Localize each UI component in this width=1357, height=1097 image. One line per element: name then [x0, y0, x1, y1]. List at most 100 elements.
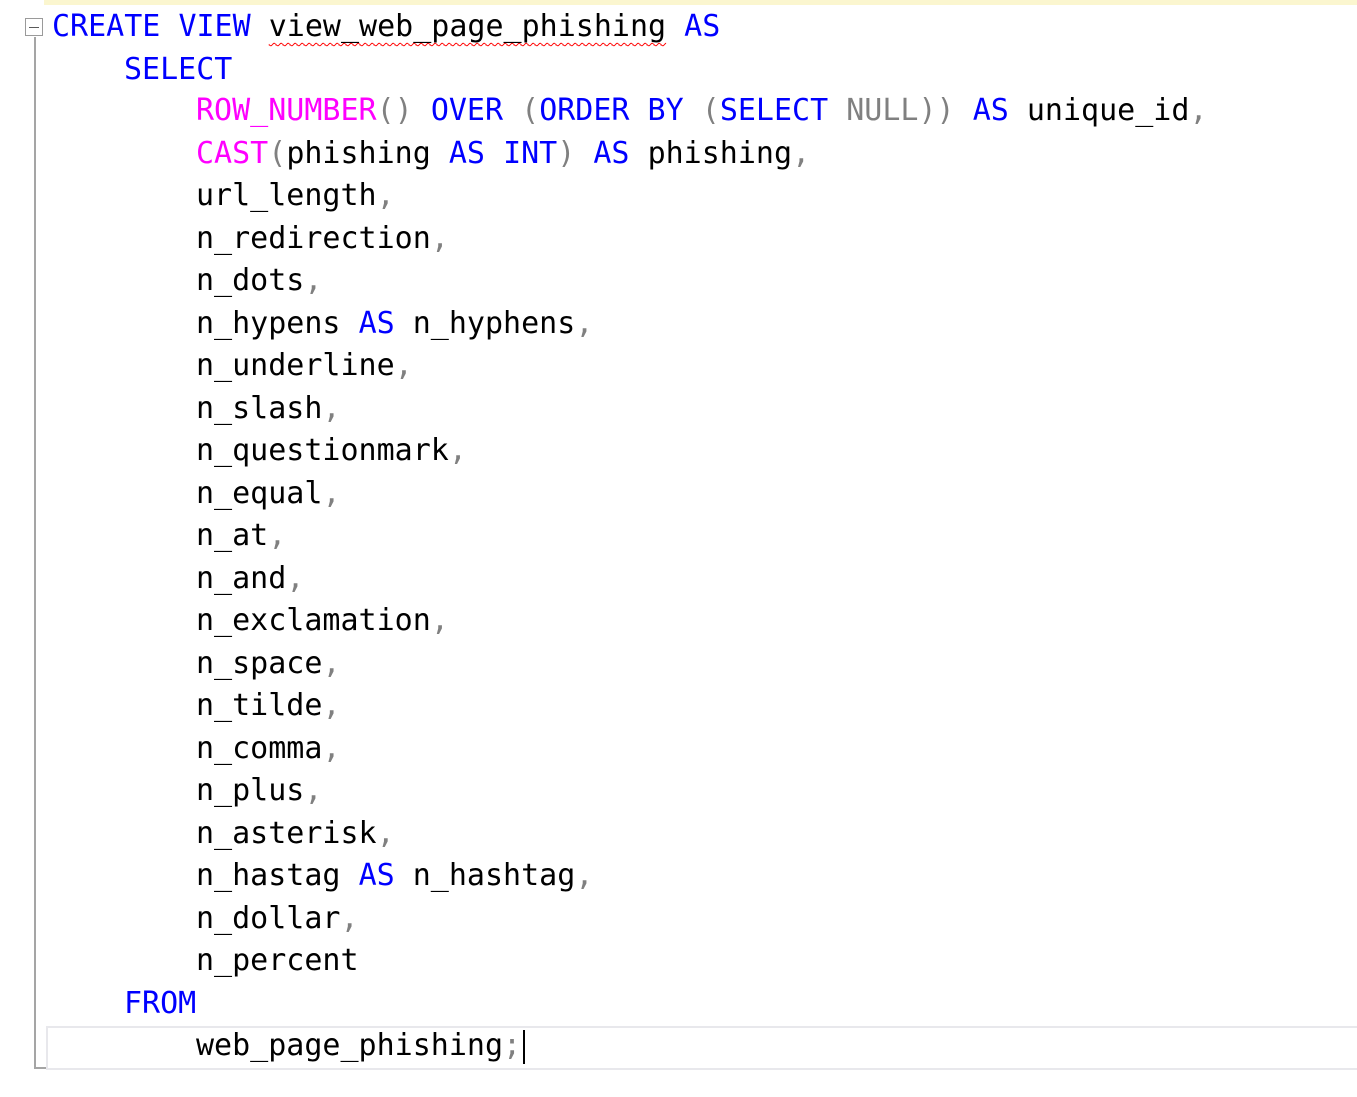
code-line-select[interactable]: SELECT — [124, 50, 232, 90]
keyword: AS — [972, 93, 1009, 128]
collapse-icon[interactable] — [25, 18, 43, 36]
code-line-column[interactable]: n_at, — [196, 516, 286, 556]
keyword: VIEW — [178, 9, 251, 44]
code-line-column[interactable]: n_tilde, — [196, 686, 341, 726]
punctuation: () — [376, 93, 413, 128]
keyword: SELECT — [719, 93, 829, 128]
text-caret — [523, 1029, 526, 1064]
column-name: n_redirection — [196, 221, 431, 256]
code-line-column[interactable]: url_length, — [196, 176, 395, 216]
view-name-identifier: view_web_page_phishing — [268, 9, 667, 44]
comma: , — [430, 603, 449, 638]
comma: , — [322, 646, 341, 681]
code-line-column[interactable]: n_questionmark, — [196, 431, 467, 471]
punctuation: )) — [918, 93, 955, 128]
column-name: n_percent — [196, 943, 359, 978]
punctuation: ( — [701, 93, 720, 128]
column-name: n_underline — [196, 348, 395, 383]
code-line-column[interactable]: n_and, — [196, 559, 304, 599]
code-line-column[interactable]: n_plus, — [196, 771, 322, 811]
keyword: CREATE — [52, 9, 161, 44]
column-name: n_tilde — [196, 688, 323, 723]
comma: , — [394, 348, 413, 383]
column-name: n_asterisk — [196, 816, 377, 851]
code-line-create-view[interactable]: CREATE VIEW view_web_page_phishing AS — [52, 7, 720, 47]
comma: , — [304, 263, 323, 298]
editor-top-strip — [44, 0, 1357, 5]
column-alias: n_hyphens — [412, 306, 576, 341]
keyword: AS — [684, 9, 721, 44]
outline-fold-end — [34, 1067, 46, 1069]
code-line-column[interactable]: n_dots, — [196, 261, 322, 301]
function-name: ROW_NUMBER — [196, 93, 377, 128]
semicolon: ; — [503, 1028, 522, 1063]
code-line-cast[interactable]: CAST(phishing AS INT) AS phishing, — [196, 134, 810, 174]
comma: , — [575, 306, 594, 341]
keyword: SELECT — [124, 52, 233, 87]
column-name: n_equal — [196, 476, 323, 511]
comma: , — [322, 476, 341, 511]
code-line-column[interactable]: n_equal, — [196, 474, 341, 514]
code-line-row-number[interactable]: ROW_NUMBER() OVER (ORDER BY (SELECT NULL… — [196, 91, 1208, 131]
code-line-column[interactable]: n_asterisk, — [196, 814, 395, 854]
code-line-column[interactable]: n_percent — [196, 941, 359, 981]
keyword: AS — [358, 306, 395, 341]
code-line-column[interactable]: n_dollar, — [196, 899, 359, 939]
column-name: n_comma — [196, 731, 323, 766]
keyword: AS — [448, 136, 485, 171]
sql-editor[interactable]: CREATE VIEW view_web_page_phishing AS SE… — [0, 0, 1357, 1097]
column-name: n_plus — [196, 773, 305, 808]
punctuation: ( — [521, 93, 540, 128]
column-name: url_length — [196, 178, 377, 213]
column-name: n_hypens — [196, 306, 341, 341]
column-name: n_dollar — [196, 901, 341, 936]
punctuation: ) — [557, 136, 576, 171]
code-line-column[interactable]: n_comma, — [196, 729, 341, 769]
keyword: FROM — [124, 986, 197, 1021]
comma: , — [268, 518, 287, 553]
code-line-column[interactable]: n_hastag AS n_hashtag, — [196, 856, 593, 896]
code-line-from[interactable]: FROM — [124, 984, 196, 1024]
code-line-column[interactable]: n_hypens AS n_hyphens, — [196, 304, 593, 344]
comma: , — [304, 773, 323, 808]
column-name: n_at — [196, 518, 269, 553]
punctuation: ( — [268, 136, 287, 171]
column-name: phishing — [286, 136, 431, 171]
column-name: n_space — [196, 646, 323, 681]
column-name: n_questionmark — [196, 433, 449, 468]
comma: , — [1189, 93, 1208, 128]
column-name: n_hastag — [196, 858, 341, 893]
column-alias: n_hashtag — [412, 858, 576, 893]
comma: , — [322, 391, 341, 426]
keyword: AS — [358, 858, 395, 893]
keyword: INT — [503, 136, 558, 171]
function-name: CAST — [196, 136, 269, 171]
keyword: OVER — [430, 93, 504, 128]
comma: , — [448, 433, 467, 468]
outline-fold-line — [34, 37, 36, 1069]
code-line-column[interactable]: n_space, — [196, 644, 341, 684]
code-line-table[interactable]: web_page_phishing; — [196, 1026, 526, 1066]
column-name: n_and — [196, 561, 287, 596]
comma: , — [286, 561, 305, 596]
code-line-column[interactable]: n_slash, — [196, 389, 341, 429]
comma: , — [376, 178, 395, 213]
comma: , — [430, 221, 449, 256]
code-line-column[interactable]: n_underline, — [196, 346, 413, 386]
keyword: AS — [593, 136, 630, 171]
comma: , — [792, 136, 811, 171]
keyword: ORDER BY — [539, 93, 684, 128]
null-literal: NULL — [846, 93, 919, 128]
column-name: n_dots — [196, 263, 305, 298]
comma: , — [340, 901, 359, 936]
comma: , — [376, 816, 395, 851]
code-line-column[interactable]: n_redirection, — [196, 219, 449, 259]
table-name: web_page_phishing — [196, 1028, 504, 1063]
code-line-column[interactable]: n_exclamation, — [196, 601, 449, 641]
column-alias: phishing — [647, 136, 793, 171]
column-alias: unique_id — [1026, 93, 1190, 128]
comma: , — [322, 731, 341, 766]
column-name: n_slash — [196, 391, 323, 426]
column-name: n_exclamation — [196, 603, 431, 638]
comma: , — [322, 688, 341, 723]
